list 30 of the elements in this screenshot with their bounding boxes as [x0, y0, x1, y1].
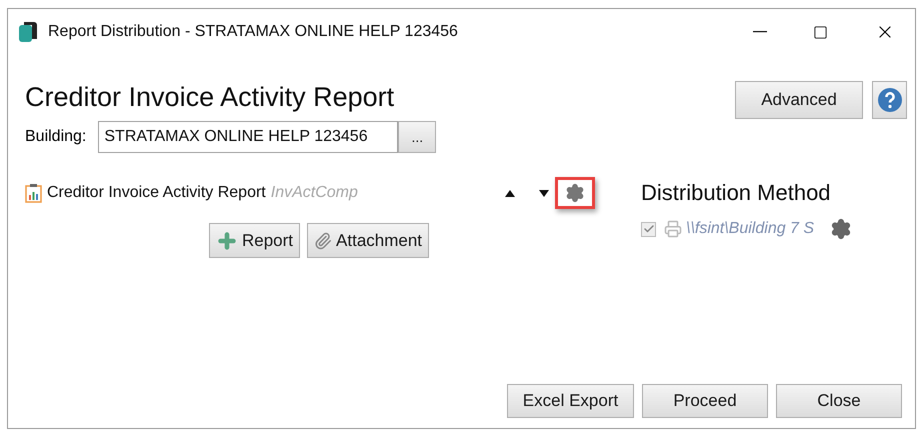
report-name: Creditor Invoice Activity Report [47, 183, 266, 203]
help-button[interactable] [872, 81, 907, 119]
minimize-icon [753, 31, 767, 33]
help-icon [878, 88, 902, 112]
window-title: Report Distribution - STRATAMAX ONLINE HELP 123456 [48, 22, 458, 42]
printer-icon [664, 220, 682, 238]
close-button[interactable]: Close [776, 384, 902, 418]
building-label: Building: [25, 127, 86, 147]
distribution-title: Distribution Method [641, 179, 832, 207]
method-path: \\fsint\Building 7 S [686, 219, 814, 239]
gear-icon[interactable] [830, 218, 852, 240]
browse-button[interactable]: ... [398, 121, 436, 153]
app-logo-icon [18, 21, 38, 43]
report-chart-icon [25, 183, 42, 203]
report-heading: Creditor Invoice Activity Report [25, 84, 394, 111]
gear-icon [565, 183, 585, 203]
advanced-button[interactable]: Advanced [735, 81, 863, 119]
report-code: InvActComp [270, 183, 358, 203]
report-settings-button[interactable] [555, 177, 595, 209]
triangle-up-icon [505, 190, 515, 196]
attachment-button[interactable]: Attachment [307, 223, 430, 258]
building-field[interactable]: STRATAMAX ONLINE HELP 123456 [98, 121, 398, 153]
check-icon [642, 223, 654, 235]
paperclip-icon [314, 232, 332, 250]
plus-icon [216, 230, 238, 252]
maximize-icon [812, 24, 828, 40]
add-report-button[interactable]: Report [209, 223, 300, 258]
excel-export-button[interactable]: Excel Export [507, 384, 634, 418]
triangle-down-icon [539, 190, 549, 196]
proceed-button[interactable]: Proceed [642, 384, 768, 418]
